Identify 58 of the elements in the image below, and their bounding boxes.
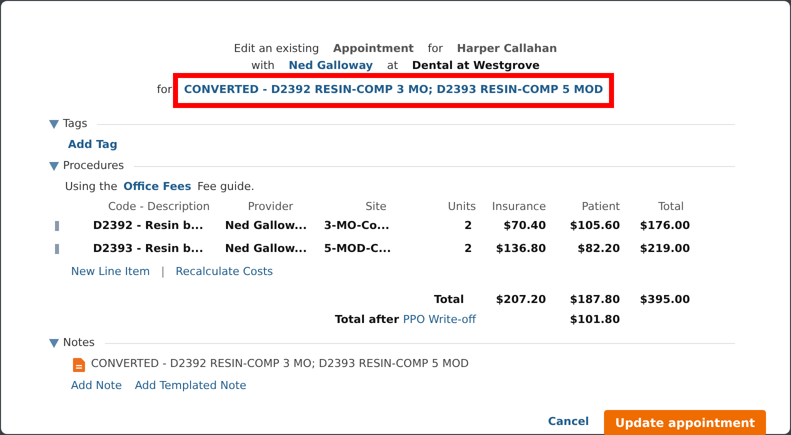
column-header: Code - Description	[108, 200, 210, 212]
table-cell: 3-MO-Co...	[324, 218, 390, 232]
provider-link[interactable]: Ned Galloway	[288, 59, 373, 73]
table-cell: D2393 - Resin b...	[93, 242, 204, 255]
header-text: Edit an existing	[234, 41, 320, 58]
header-text: Harper Callahan	[456, 41, 558, 58]
new-line-item-link[interactable]: New Line Item	[71, 264, 150, 281]
note-text: CONVERTED - D2392 RESIN-COMP 3 MO; D2393 RESIN-COMP 5 MOD	[91, 356, 469, 372]
table-cell: $136.80	[496, 242, 546, 255]
column-header: Site	[365, 200, 387, 212]
add-tag-link[interactable]: Add Tag	[68, 137, 118, 154]
header-text: at	[386, 59, 398, 73]
column-header: Insurance	[492, 200, 546, 212]
total-value: $207.20	[496, 292, 546, 306]
subject-link[interactable]: CONVERTED - D2392 RESIN-COMP 3 MO; D2393 RESIN-COMP 5 MOD	[172, 73, 614, 108]
total-label: Total	[434, 292, 464, 306]
table-cell: 2	[464, 218, 472, 232]
location-text: Dental at Westgrove	[412, 59, 540, 73]
table-cell: $219.00	[640, 242, 690, 255]
table-cell: 2	[464, 242, 472, 255]
table-cell: $70.40	[504, 218, 546, 232]
recalculate-costs-link[interactable]: Recalculate Costs	[176, 264, 274, 281]
document-icon	[73, 358, 85, 372]
total-value: $187.80	[570, 292, 620, 306]
cancel-button[interactable]: Cancel	[548, 414, 590, 431]
expanded-triangle-icon[interactable]	[49, 339, 59, 348]
for-label: for	[156, 82, 172, 98]
table-cell: $82.20	[578, 242, 620, 255]
column-header: Units	[448, 200, 476, 212]
fee-guide-text: Using the	[65, 179, 118, 196]
header-text: with	[251, 59, 275, 73]
separator: |	[160, 264, 165, 280]
ppo-write-off-link[interactable]: PPO Write-off	[403, 312, 476, 326]
header-text: Appointment	[333, 41, 414, 58]
total-after-label: Total after	[334, 312, 400, 326]
column-header: Patient	[582, 200, 620, 212]
section-title: Notes	[63, 335, 95, 352]
table-cell: 5-MOD-C...	[324, 242, 392, 255]
total-value: $395.00	[640, 292, 690, 306]
fee-guide-link[interactable]: Office Fees	[123, 179, 192, 196]
total-value: $101.80	[570, 312, 620, 326]
add-note-link[interactable]: Add Note	[71, 378, 122, 395]
table-cell: $176.00	[640, 218, 690, 232]
table-cell: Ned Gallow...	[225, 242, 307, 255]
section-title: Procedures	[63, 158, 124, 174]
row-handle-icon[interactable]	[55, 244, 59, 254]
table-cell: Ned Gallow...	[225, 218, 307, 232]
table-cell: D2392 - Resin b...	[93, 218, 204, 232]
expanded-triangle-icon[interactable]	[49, 120, 59, 129]
add-templated-note-link[interactable]: Add Templated Note	[134, 378, 246, 395]
column-header: Total	[658, 200, 684, 212]
fee-guide-text: Fee guide.	[197, 179, 254, 196]
section-title: Tags	[63, 116, 88, 132]
column-header: Provider	[248, 200, 294, 212]
expanded-triangle-icon[interactable]	[49, 162, 59, 171]
row-handle-icon[interactable]	[55, 221, 59, 231]
table-cell: $105.60	[570, 218, 620, 232]
header-text: for	[428, 41, 443, 58]
